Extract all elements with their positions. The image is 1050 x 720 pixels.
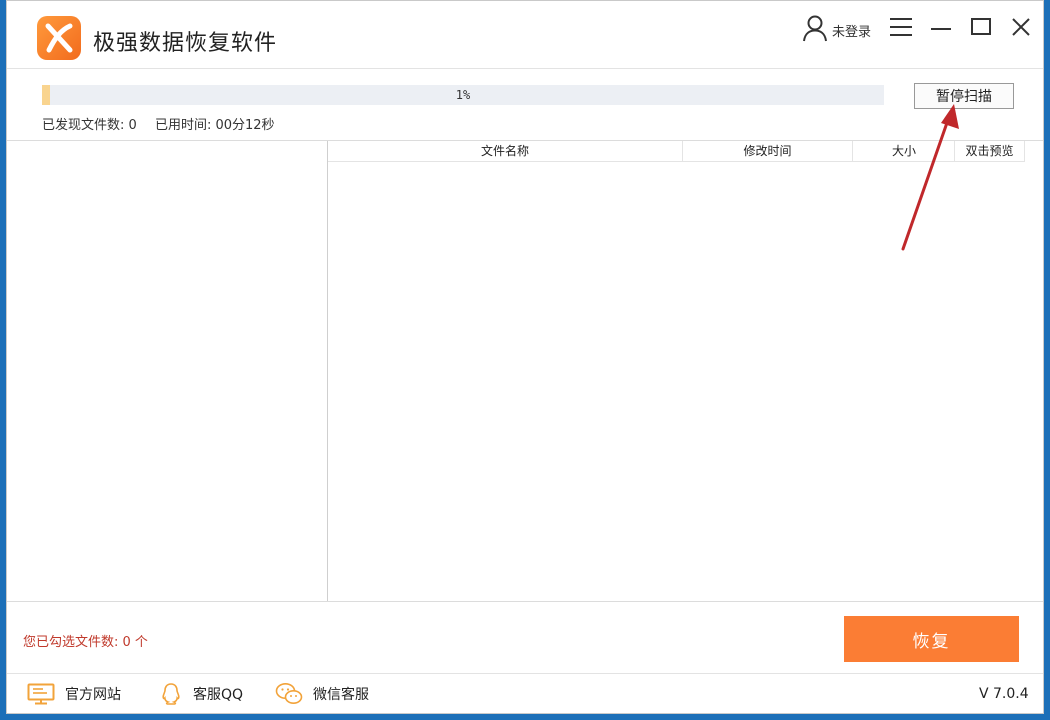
wechat-support-label: 微信客服 — [313, 687, 369, 703]
column-header-name[interactable]: 文件名称 — [328, 141, 683, 162]
monitor-icon — [27, 683, 55, 705]
menu-icon — [889, 17, 913, 41]
annotation-arrow-icon — [897, 101, 967, 260]
scan-progress-bar: 1% — [42, 85, 884, 105]
found-files-count: 已发现文件数: 0 — [42, 118, 137, 133]
selected-files-summary: 您已勾选文件数: 0 个 — [23, 635, 148, 650]
login-label: 未登录 — [832, 24, 872, 40]
official-website-link[interactable]: 官方网站 — [27, 682, 121, 706]
wechat-support-link[interactable]: 微信客服 — [275, 682, 369, 706]
close-icon — [1011, 17, 1031, 41]
app-logo-icon — [37, 16, 81, 60]
title-bar: 极强数据恢复软件 未登录 — [7, 1, 1043, 69]
directory-tree-panel[interactable] — [7, 141, 328, 601]
minimize-icon — [930, 17, 952, 41]
maximize-icon — [970, 17, 992, 41]
content-panels: 文件名称 修改时间 大小 双击预览 — [7, 140, 1043, 602]
footer-bar: 官方网站 客服QQ 微信客服 V 7.0.4 — [7, 673, 1043, 714]
wechat-icon — [275, 682, 303, 706]
login-button[interactable]: 未登录 — [802, 15, 871, 45]
recover-button[interactable]: 恢复 — [844, 616, 1019, 662]
qq-icon — [159, 682, 183, 706]
user-icon — [802, 14, 828, 46]
column-header-modified[interactable]: 修改时间 — [683, 141, 853, 162]
close-button[interactable] — [1007, 15, 1035, 43]
official-website-label: 官方网站 — [65, 687, 121, 703]
version-label: V 7.0.4 — [979, 686, 1029, 702]
support-qq-link[interactable]: 客服QQ — [159, 682, 243, 706]
support-qq-label: 客服QQ — [193, 687, 244, 703]
scan-stats: 已发现文件数: 0 已用时间: 00分12秒 — [42, 114, 289, 133]
minimize-button[interactable] — [927, 15, 955, 43]
elapsed-time: 已用时间: 00分12秒 — [154, 118, 275, 133]
menu-button[interactable] — [887, 15, 915, 43]
scan-progress-text: 1% — [455, 88, 471, 102]
maximize-button[interactable] — [967, 15, 995, 43]
app-title: 极强数据恢复软件 — [93, 31, 278, 56]
app-window: 极强数据恢复软件 未登录 1% 暂停扫描 已发现文件数: 0 已用时间: 00分… — [6, 0, 1044, 714]
